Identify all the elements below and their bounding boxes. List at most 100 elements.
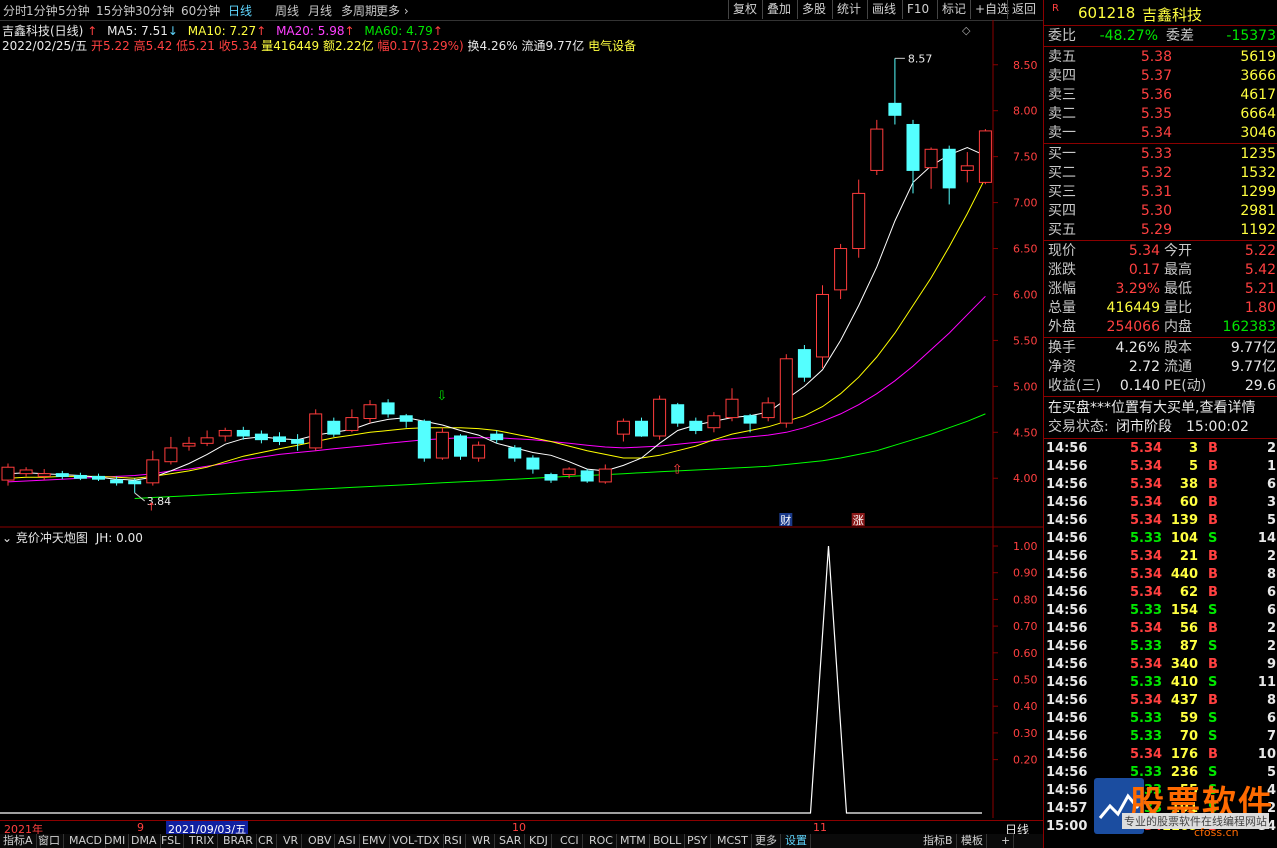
period-6[interactable]: 日线	[228, 2, 252, 19]
tick-count: 2	[1266, 621, 1276, 636]
tick-price: 5.33	[1130, 639, 1163, 654]
candle-body	[92, 475, 105, 480]
indicator-tab-18[interactable]: CCI	[557, 834, 583, 848]
big-order-notice[interactable]: 在买盘***位置有大买单,查看详情	[1048, 399, 1255, 418]
indicator-tab-12[interactable]: EMV	[359, 834, 390, 848]
indicator-tab-19[interactable]: ROC	[586, 834, 617, 848]
weibi-value: -48.27%	[1099, 28, 1158, 44]
bid-row[interactable]: 买五 5.29 1192	[1046, 221, 1276, 240]
indicator-tab-10[interactable]: OBV	[305, 834, 336, 848]
ask-row[interactable]: 卖四 5.37 3666	[1046, 67, 1276, 86]
level-price: 5.35	[1140, 106, 1172, 122]
indicator-tab-8[interactable]: CR	[255, 834, 278, 848]
candle-body	[761, 402, 775, 419]
period-5[interactable]: 60分钟	[181, 2, 220, 19]
candle-body	[273, 436, 286, 442]
tick-volume: 56	[1179, 621, 1198, 636]
indicator-tab-17[interactable]: KDJ	[526, 834, 552, 848]
period-8[interactable]: 月线	[308, 2, 332, 19]
quote-value: 3.29%	[1115, 281, 1160, 297]
level-label: 买二	[1048, 165, 1076, 181]
indicator-tab-9[interactable]: VR	[280, 834, 303, 848]
period-4[interactable]: 30分钟	[135, 2, 174, 19]
toolbar-button-5[interactable]: F10	[902, 0, 933, 19]
notice-row[interactable]: 在买盘***位置有大买单,查看详情	[1046, 399, 1276, 418]
candle-body	[146, 459, 160, 484]
indicator-tab-5[interactable]: FSL	[158, 834, 185, 848]
toolbar-button-6[interactable]: 标记	[937, 0, 970, 19]
candle-body	[580, 470, 594, 482]
period-0[interactable]: 分时	[3, 2, 27, 19]
period-7[interactable]: 周线	[275, 2, 299, 19]
period-3[interactable]: 15分钟	[96, 2, 135, 19]
tick-volume: 410	[1170, 675, 1198, 690]
indicator-tab-6[interactable]: TRIX	[186, 834, 219, 848]
indicator-tab-16[interactable]: SAR	[496, 834, 526, 848]
ask-row[interactable]: 卖一 5.34 3046	[1046, 124, 1276, 143]
collapse-icon[interactable]: ⌄	[2, 531, 12, 545]
indicator-tab-4[interactable]: DMA	[128, 834, 161, 848]
tick-side: S	[1208, 729, 1218, 744]
indicator-tab-0[interactable]: 指标A	[0, 834, 37, 848]
bid-row[interactable]: 买四 5.30 2981	[1046, 202, 1276, 221]
quote-label: 内盘	[1164, 319, 1192, 335]
indicator-right-tab-0[interactable]: 指标B	[920, 834, 957, 848]
indicator-tab-21[interactable]: BOLL	[650, 834, 686, 848]
period-2[interactable]: 5分钟	[58, 2, 90, 19]
ask-row[interactable]: 卖三 5.36 4617	[1046, 86, 1276, 105]
tick-count: 1	[1266, 459, 1276, 474]
tick-row: 14:56 5.34 437 B 8	[1046, 692, 1276, 710]
indicator-right-tab-1[interactable]: 模板	[958, 834, 987, 848]
indicator-tab-1[interactable]: 窗口	[35, 834, 64, 848]
toolbar-button-4[interactable]: 画线	[867, 0, 900, 19]
indicator-tab-3[interactable]: DMI	[101, 834, 130, 848]
bid-row[interactable]: 买二 5.32 1532	[1046, 164, 1276, 183]
indicator-tab-20[interactable]: MTM	[617, 834, 650, 848]
toolbar-button-3[interactable]: 统计	[832, 0, 865, 19]
toolbar-button-0[interactable]: 复权	[728, 0, 761, 19]
period-1[interactable]: 1分钟	[26, 2, 58, 19]
tick-volume: 104	[1170, 531, 1198, 546]
tick-row: 14:56 5.34 340 B 9	[1046, 656, 1276, 674]
quote-value: 1.80	[1244, 300, 1276, 316]
toolbar-button-8[interactable]: 返回	[1007, 0, 1040, 19]
indicator-tab-13[interactable]: VOL-TDX	[389, 834, 444, 848]
indicator-tab-7[interactable]: BRAR	[220, 834, 257, 848]
ask-row[interactable]: 卖二 5.35 6664	[1046, 105, 1276, 124]
y-tick-label: 5.50	[1013, 334, 1038, 347]
toolbar-button-2[interactable]: 多股	[797, 0, 830, 19]
indicator-tab-2[interactable]: MACD	[66, 834, 106, 848]
tick-time: 14:56	[1046, 765, 1088, 780]
indicator-tab-24[interactable]: 更多	[752, 834, 781, 848]
tick-price: 5.34	[1130, 495, 1163, 510]
tick-side: B	[1208, 657, 1218, 672]
fund-label: PE(动)	[1164, 378, 1207, 394]
toolbar-button-1[interactable]: 叠加	[762, 0, 795, 19]
ask-row[interactable]: 卖五 5.38 5619	[1046, 48, 1276, 67]
bid-row[interactable]: 买三 5.31 1299	[1046, 183, 1276, 202]
level-price: 5.33	[1140, 146, 1172, 162]
period-9[interactable]: 多周期	[341, 2, 377, 19]
indicator-tab-14[interactable]: RSI	[441, 834, 466, 848]
bid-row[interactable]: 买一 5.33 1235	[1046, 145, 1276, 164]
quote-label: 最低	[1164, 281, 1192, 297]
indicator-chart[interactable]: 1.00 0.90 0.80 0.70 0.60 0.50 0.40 0.30 0.20	[0, 528, 1043, 818]
tick-row: 14:56 5.33 87 S 2	[1046, 638, 1276, 656]
candle-body	[562, 468, 576, 476]
tick-row: 14:56 5.34 176 B 10	[1046, 746, 1276, 764]
indicator-right-tab-2[interactable]: +	[998, 834, 1015, 848]
indicator-tab-25[interactable]: 设置	[782, 834, 811, 848]
indicator-tab-11[interactable]: ASI	[335, 834, 360, 848]
quote-row: 现价 5.34 今开 5.22	[1046, 242, 1276, 261]
candle-body	[200, 437, 214, 444]
candlestick-chart[interactable]: ◇ 8.50 8.00 7.50 7.00 6.50 6.00 5.50 5.00 4.50 4.0…	[0, 20, 1043, 528]
candle-body	[743, 415, 757, 424]
indicator-tab-15[interactable]: WR	[469, 834, 495, 848]
tick-count: 8	[1266, 693, 1276, 708]
level-label: 买五	[1048, 222, 1076, 238]
indicator-tab-22[interactable]: PSY	[684, 834, 712, 848]
indicator-tab-23[interactable]: MCST	[714, 834, 752, 848]
tick-count: 8	[1266, 567, 1276, 582]
candle-body	[1, 466, 15, 481]
period-10[interactable]: 更多 ›	[376, 2, 409, 19]
